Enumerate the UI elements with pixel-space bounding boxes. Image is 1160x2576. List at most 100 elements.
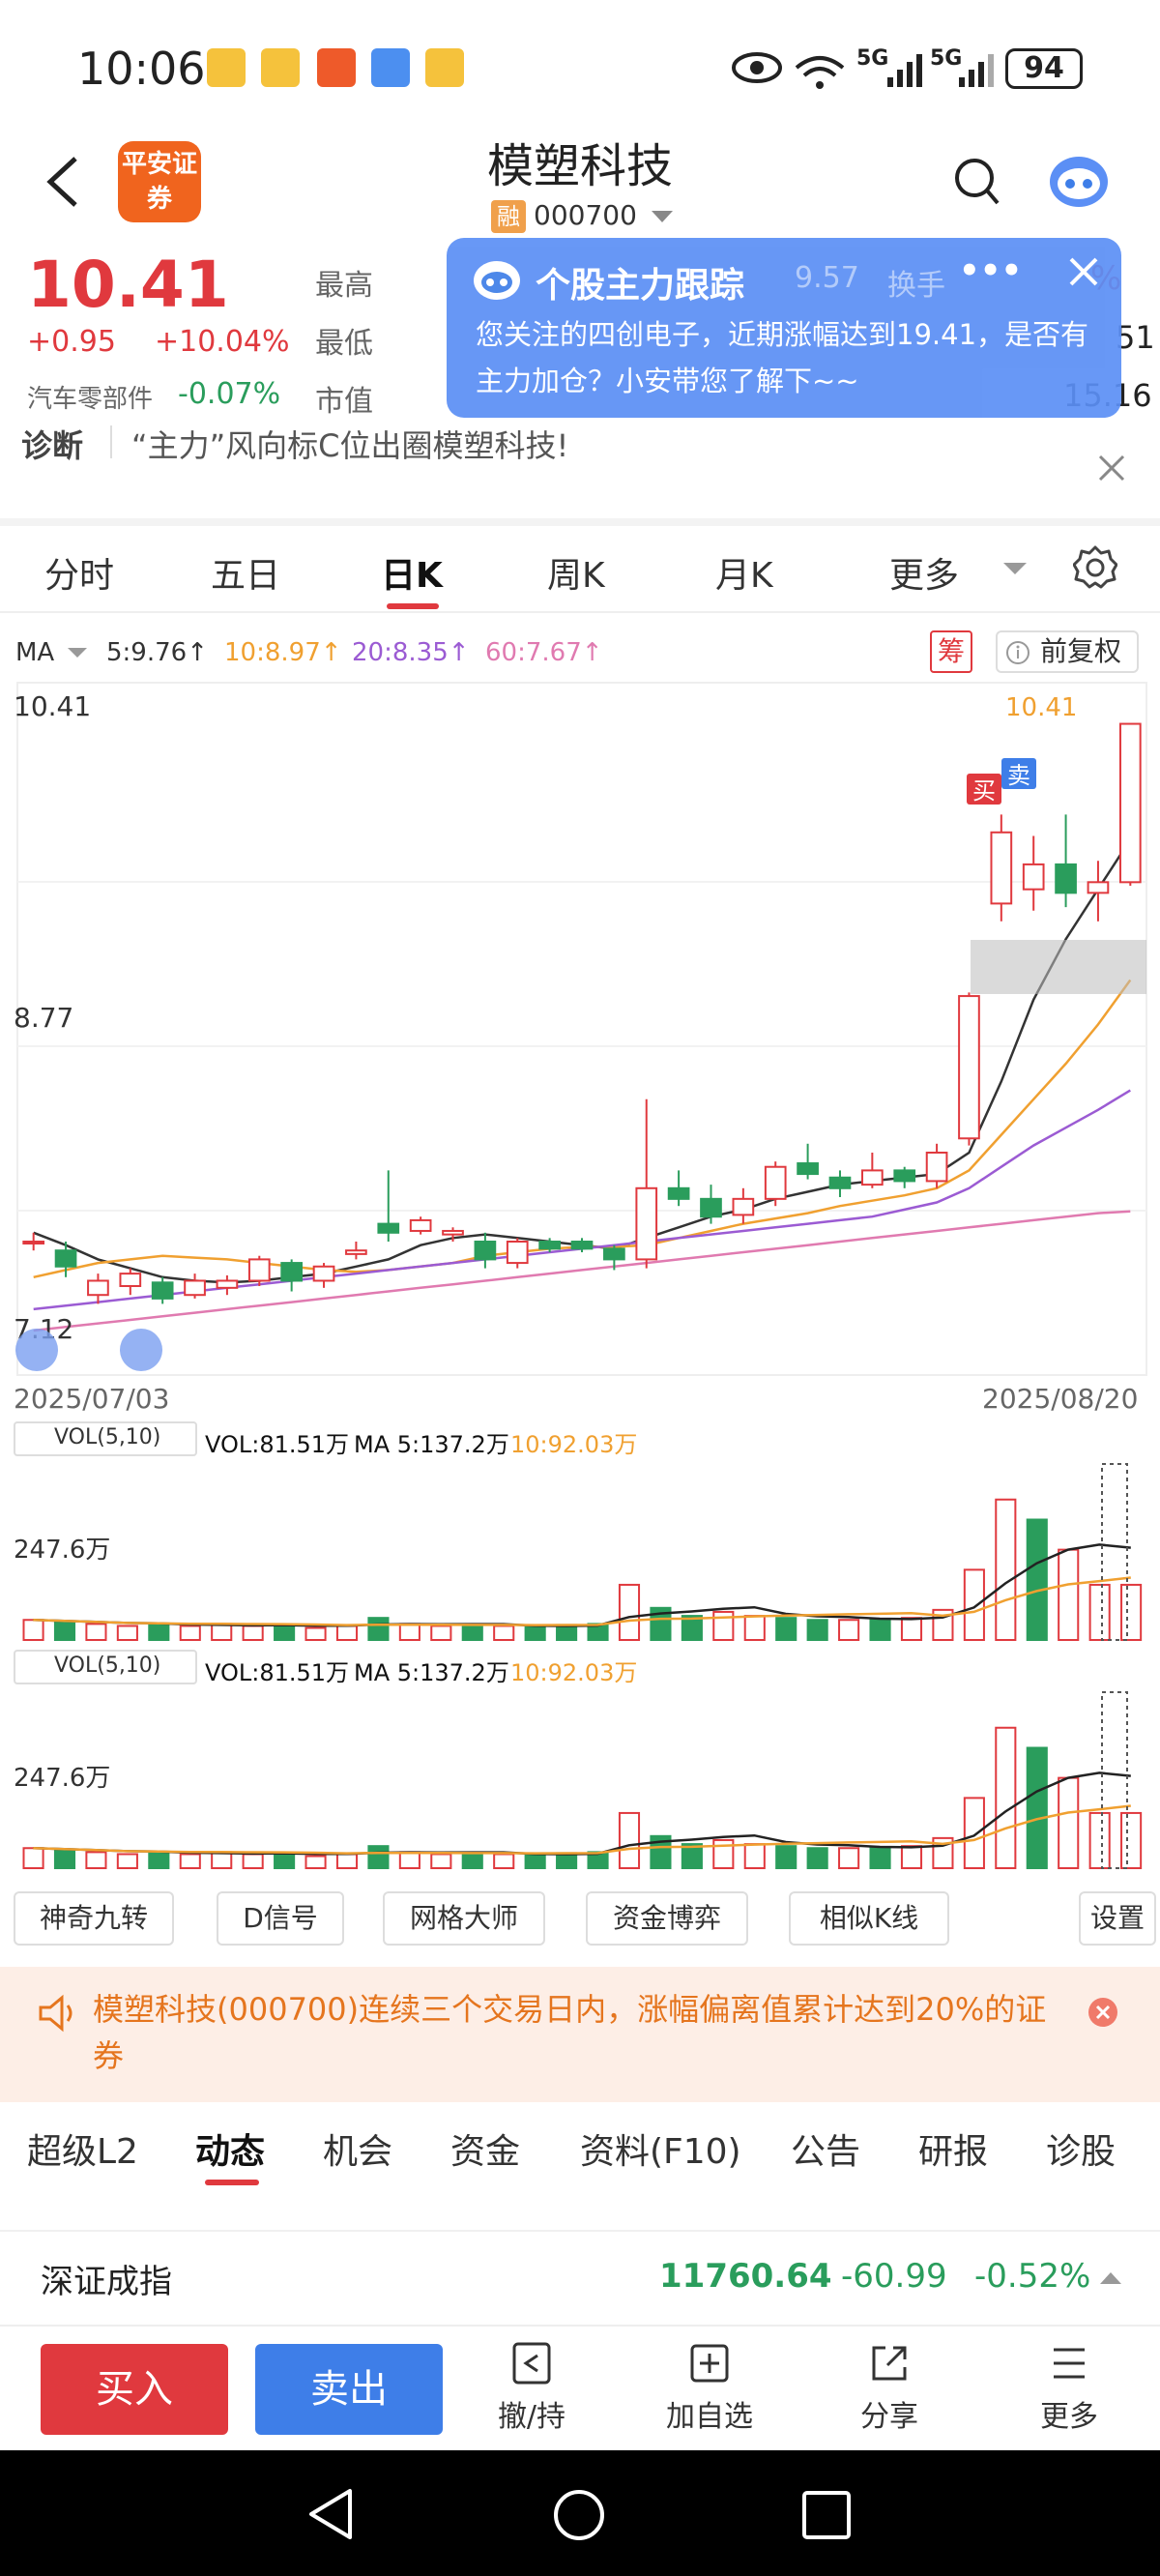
volume-chart[interactable] [0, 1688, 1160, 1872]
candle-body [54, 1249, 77, 1268]
margin-badge: 融 [491, 200, 526, 233]
volume-bar [430, 1625, 452, 1642]
gear-icon[interactable] [1073, 545, 1117, 590]
add-watchlist-button[interactable]: 加自选 [652, 2340, 768, 2435]
chip-distribution-button[interactable]: 筹 [930, 630, 972, 673]
eye-icon [732, 52, 782, 83]
close-icon[interactable] [1087, 1996, 1119, 2029]
candle-body [1022, 863, 1045, 891]
share-icon [872, 2346, 907, 2381]
vol-indicator-selector[interactable]: VOL(5,10) [14, 1650, 197, 1684]
vol-value: VOL:81.51万 [205, 1659, 350, 1686]
assistant-robot-icon[interactable] [1044, 147, 1114, 211]
volume-bar [398, 1851, 420, 1869]
chip-settings[interactable]: 设置 [1079, 1891, 1156, 1946]
share-button[interactable]: 分享 [831, 2340, 947, 2435]
nav-back-icon[interactable] [305, 2487, 358, 2541]
index-change-pct: -0.52% [974, 2257, 1091, 2296]
volume-bar [242, 1853, 264, 1870]
candle-body [603, 1247, 625, 1261]
caret-up-icon[interactable] [1100, 2270, 1121, 2286]
popup-bg-fragment: 换手 [887, 269, 945, 303]
stock-code-selector[interactable]: 融 000700 [491, 199, 673, 233]
tab-more[interactable]: 更多 [889, 547, 959, 598]
ma20-value: 20:8.35↑ [352, 638, 470, 667]
sell-marker-label: 卖 [1007, 762, 1030, 789]
tab-f10[interactable]: 资料(F10) [580, 2123, 741, 2174]
candle-body [119, 1273, 142, 1287]
volume-bar [53, 1621, 76, 1641]
index-value: 11760.64 [659, 2257, 832, 2296]
sell-button[interactable]: 卖出 [255, 2344, 443, 2435]
volume-bar [743, 1843, 766, 1870]
tab-weekly-k[interactable]: 周K [547, 547, 605, 598]
volume-bar [995, 1498, 1017, 1641]
tab-monthly-k[interactable]: 月K [715, 547, 773, 598]
vol-indicator-selector[interactable]: VOL(5,10) [14, 1421, 197, 1456]
close-icon[interactable] [1067, 255, 1100, 288]
volume-bar [22, 1619, 44, 1641]
volume-bar [493, 1853, 515, 1870]
cancel-hold-button[interactable]: 撤/持 [474, 2340, 590, 2435]
chip-magic-nine[interactable]: 神奇九转 [14, 1891, 174, 1946]
volume-chart[interactable] [0, 1460, 1160, 1644]
nav-recent-icon[interactable] [800, 2489, 853, 2541]
tab-announcements[interactable]: 公告 [791, 2123, 860, 2174]
chip-fund-game[interactable]: 资金博弈 [586, 1891, 748, 1946]
candle-body [1055, 863, 1077, 894]
candle-body [538, 1241, 561, 1250]
volume-bar [1088, 1583, 1111, 1641]
expand-button [15, 1329, 58, 1371]
candlestick-chart[interactable]: 10.41 8.77 7.12 2025/07/03 2025/08/20 10… [0, 677, 1160, 1412]
quote-fragment: 51 [1116, 319, 1155, 356]
candle-body [635, 1186, 658, 1261]
popup-more-icon[interactable]: ••• [959, 251, 1022, 290]
chip-d-signal[interactable]: D信号 [217, 1891, 344, 1946]
app-notification-icon [261, 48, 300, 87]
abnormal-move-notice[interactable]: 模塑科技(000700)连续三个交易日内，涨幅偏离值累计达到20%的证券 [0, 1967, 1160, 2102]
volume-bar [461, 1625, 483, 1641]
tab-super-l2[interactable]: 超级L2 [27, 2123, 138, 2174]
buy-button[interactable]: 买入 [41, 2344, 228, 2435]
start-date: 2025/07/03 [14, 1383, 169, 1412]
tab-minute[interactable]: 分时 [44, 547, 114, 598]
tab-funds[interactable]: 资金 [450, 2123, 520, 2174]
volume-bar [274, 1624, 296, 1641]
caret-down-icon[interactable] [68, 646, 87, 659]
tab-research[interactable]: 研报 [918, 2123, 988, 2174]
more-button[interactable]: 更多 [1011, 2340, 1127, 2435]
candle-body [151, 1281, 174, 1300]
main-force-tracking-popup[interactable]: 个股主力跟踪 9.57 换手 ••• 您关注的四创电子，近期涨幅达到19.41，… [447, 238, 1121, 418]
tab-diagnosis[interactable]: 诊股 [1046, 2123, 1116, 2174]
vol-value: VOL:81.51万 [205, 1431, 350, 1458]
sector-name[interactable]: 汽车零部件 [27, 379, 153, 415]
chip-grid-master[interactable]: 网格大师 [383, 1891, 545, 1946]
tab-news[interactable]: 动态 [195, 2123, 265, 2174]
candle-body [184, 1279, 206, 1297]
candle-body [700, 1197, 722, 1218]
volume-bar [775, 1845, 798, 1870]
diagnosis-text[interactable]: “主力”风向标C位出圈模塑科技! [131, 422, 568, 466]
volume-bar [148, 1624, 170, 1641]
nav-home-icon[interactable] [551, 2487, 607, 2543]
close-icon[interactable] [1096, 453, 1127, 483]
candle-body [22, 1241, 45, 1244]
volume-bar [1058, 1776, 1080, 1869]
tab-daily-k[interactable]: 日K [381, 547, 443, 598]
tab-opportunity[interactable]: 机会 [323, 2123, 392, 2174]
volume-bar [1026, 1518, 1048, 1641]
candle-body [828, 1176, 852, 1189]
volume-bar [116, 1853, 138, 1870]
search-icon[interactable] [951, 155, 1001, 209]
candle-body [280, 1262, 304, 1282]
tab-five-day[interactable]: 五日 [211, 547, 280, 598]
index-ticker[interactable]: 深证成指 11760.64 -60.99 -0.52% [0, 2230, 1160, 2323]
volume-bar [1120, 1583, 1143, 1641]
app-notification-icon [207, 48, 246, 87]
volume-bar [1088, 1811, 1111, 1869]
candle-body [506, 1241, 529, 1265]
caret-down-icon[interactable] [1003, 561, 1027, 576]
ma-label[interactable]: MA [15, 638, 54, 667]
chip-similar-k[interactable]: 相似K线 [789, 1891, 949, 1946]
volume-bar [806, 1847, 828, 1869]
